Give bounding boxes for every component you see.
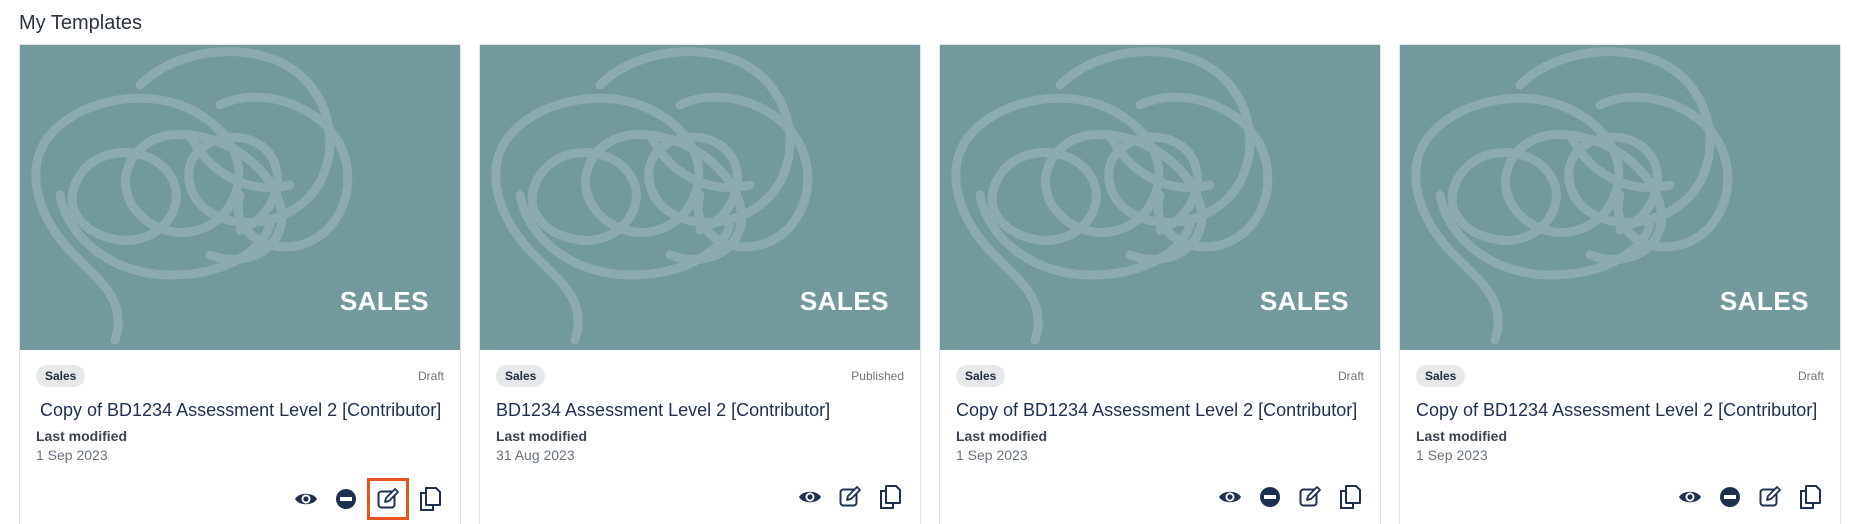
last-modified-label: Last modified: [496, 428, 588, 444]
last-modified-label: Last modified: [36, 428, 128, 444]
card-actions: [794, 481, 906, 513]
template-card[interactable]: SALES Sales Draft Copy of BD1234 Assessm…: [1399, 44, 1841, 524]
template-card[interactable]: SALES Sales Published BD1234 Assessment …: [479, 44, 921, 524]
eye-icon[interactable]: [290, 483, 322, 515]
last-modified-label: Last modified: [956, 428, 1048, 444]
eye-icon[interactable]: [794, 481, 826, 513]
card-banner: SALES: [480, 45, 920, 350]
last-modified-date: 1 Sep 2023: [1416, 447, 1488, 463]
page-title: My Templates: [19, 12, 143, 34]
status-label: Draft: [417, 369, 444, 383]
card-banner: SALES: [1400, 45, 1840, 350]
card-title[interactable]: Copy of BD1234 Assessment Level 2 [Contr…: [1416, 400, 1830, 421]
template-card[interactable]: SALES Sales Draft Copy of BD1234 Assessm…: [939, 44, 1381, 524]
edit-icon[interactable]: [1754, 481, 1786, 513]
card-title[interactable]: Copy of BD1234 Assessment Level 2 [Contr…: [956, 400, 1370, 421]
category-tag: Sales: [36, 365, 86, 387]
status-label: Draft: [1797, 369, 1824, 383]
card-title[interactable]: Copy of BD1234 Assessment Level 2 [Contr…: [40, 400, 450, 421]
card-actions: [290, 478, 446, 520]
eye-icon[interactable]: [1674, 481, 1706, 513]
category-tag: Sales: [1416, 365, 1466, 387]
card-banner: SALES: [940, 45, 1380, 350]
unpublish-icon[interactable]: [1254, 481, 1286, 513]
edit-icon[interactable]: [1294, 481, 1326, 513]
last-modified-label: Last modified: [1416, 428, 1508, 444]
banner-label: SALES: [1259, 286, 1349, 316]
last-modified-date: 1 Sep 2023: [36, 447, 108, 463]
last-modified-date: 31 Aug 2023: [496, 447, 575, 463]
card-banner: SALES: [20, 45, 460, 350]
banner-label: SALES: [799, 286, 889, 316]
category-tag: Sales: [956, 365, 1006, 387]
unpublish-icon[interactable]: [330, 483, 362, 515]
category-tag: Sales: [496, 365, 546, 387]
status-label: Draft: [1337, 369, 1364, 383]
duplicate-icon[interactable]: [1794, 481, 1826, 513]
card-title[interactable]: BD1234 Assessment Level 2 [Contributor]: [496, 400, 910, 421]
duplicate-icon[interactable]: [874, 481, 906, 513]
card-actions: [1214, 481, 1366, 513]
unpublish-icon[interactable]: [1714, 481, 1746, 513]
last-modified-date: 1 Sep 2023: [956, 447, 1028, 463]
template-card-list: SALES Sales Draft Copy of BD1234 Assessm…: [19, 44, 1841, 524]
banner-label: SALES: [1719, 286, 1809, 316]
duplicate-icon[interactable]: [1334, 481, 1366, 513]
status-label: Published: [851, 369, 904, 383]
edit-icon[interactable]: [367, 478, 409, 520]
template-card[interactable]: SALES Sales Draft Copy of BD1234 Assessm…: [19, 44, 461, 524]
banner-label: SALES: [339, 286, 429, 316]
card-actions: [1674, 481, 1826, 513]
duplicate-icon[interactable]: [414, 483, 446, 515]
eye-icon[interactable]: [1214, 481, 1246, 513]
edit-icon[interactable]: [834, 481, 866, 513]
